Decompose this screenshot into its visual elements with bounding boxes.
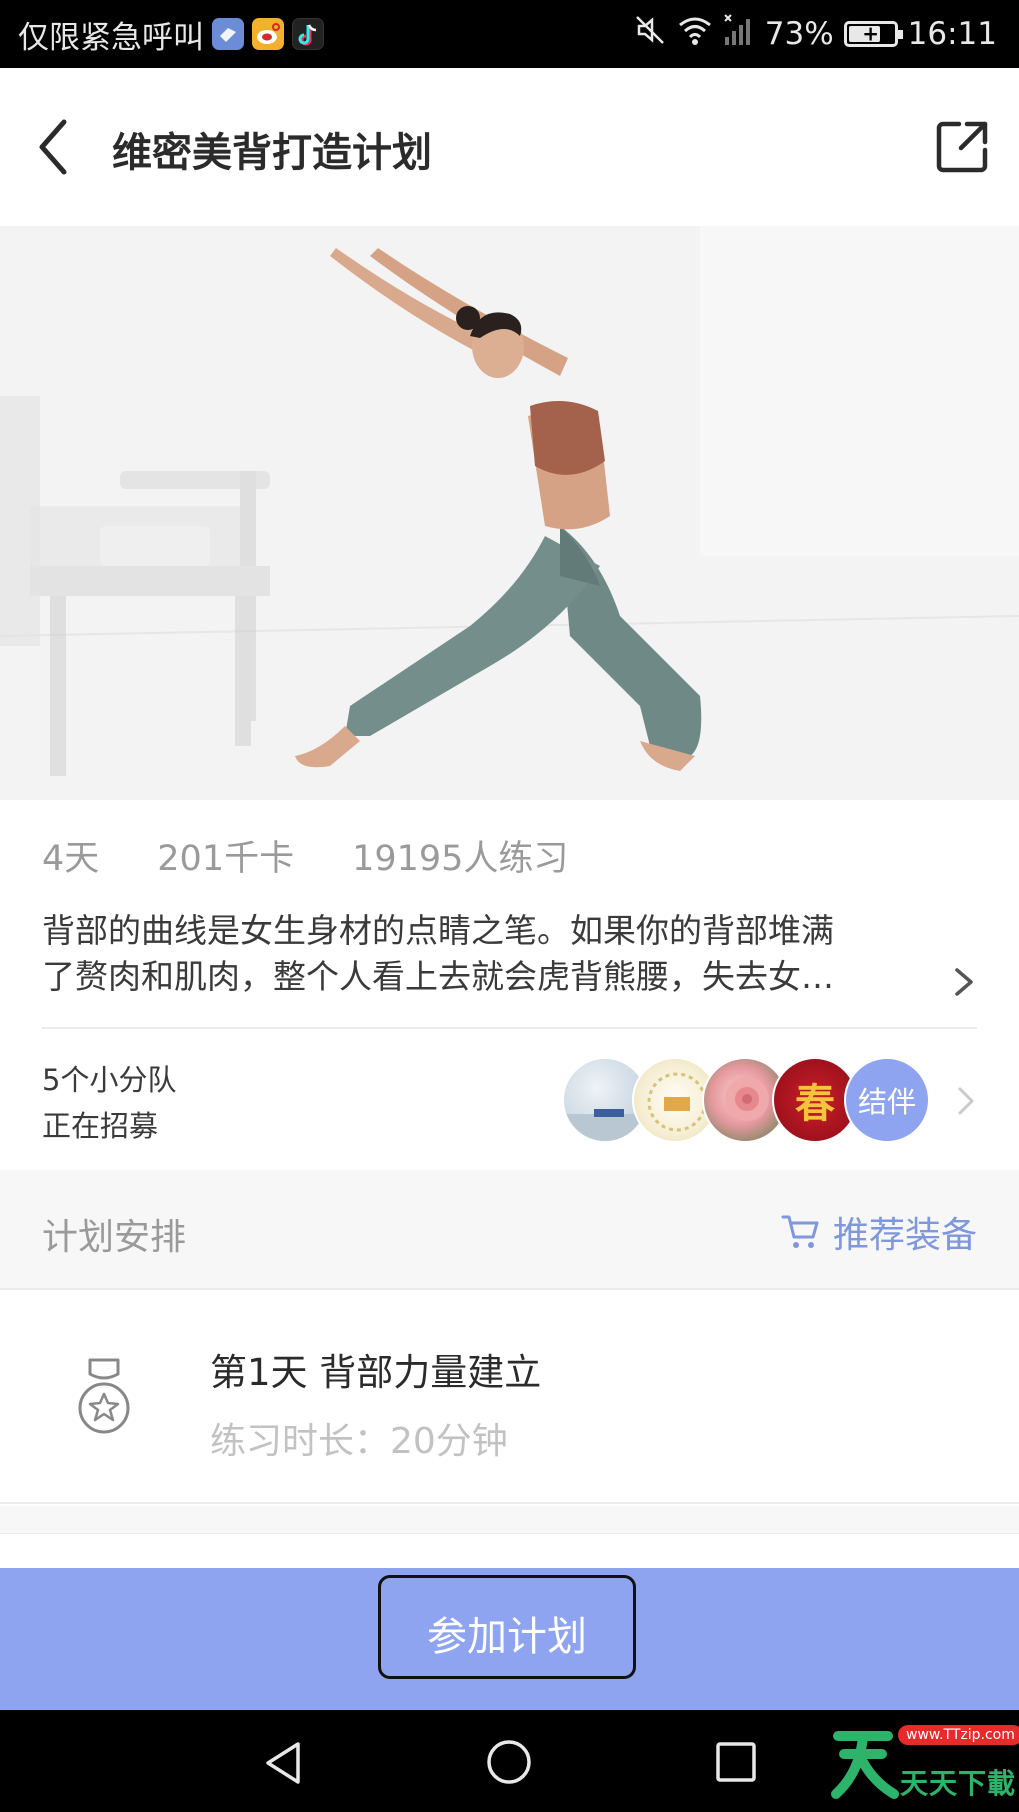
chevron-right-icon [955, 968, 973, 996]
status-bar: 仅限紧急呼叫 73% + 16:11 [0, 0, 1019, 68]
share-button[interactable] [933, 118, 991, 176]
circle-home-icon [487, 1740, 531, 1784]
join-plan-button[interactable]: 参加计划 [378, 1575, 636, 1679]
plan-schedule-title: 计划安排 [42, 1217, 187, 1258]
watermark-text: 天天下載 [900, 1767, 1017, 1800]
watermark: www.TTzip.com 天天下載 [830, 1722, 1019, 1802]
plan-stats: 4天 201千卡 19195人练习 [42, 830, 568, 881]
charging-plus-icon: + [862, 21, 880, 46]
list-gap [0, 1506, 1019, 1534]
recommended-equipment-label: 推荐装备 [832, 1215, 977, 1256]
weibo-icon [252, 18, 284, 50]
description-expand-button[interactable] [949, 962, 979, 1002]
share-icon [936, 121, 988, 173]
clock: 16:11 [907, 16, 997, 52]
recommended-equipment-button[interactable]: 推荐装备 [781, 1206, 977, 1258]
squad-count: 5个小分队 [42, 1063, 177, 1097]
plan-day-item[interactable]: 第1天 背部力量建立 练习时长：20分钟 [0, 1292, 1019, 1504]
nav-recent-button[interactable] [714, 1740, 758, 1784]
join-partner-button[interactable]: 结伴 [844, 1057, 930, 1143]
hero-image [0, 226, 1019, 800]
medal-icon [74, 1356, 134, 1446]
squad-avatars[interactable]: 春 结伴 [562, 1057, 942, 1143]
avatar-text: 春 [795, 1081, 835, 1127]
back-button[interactable] [30, 114, 90, 180]
day-title: 第1天 背部力量建立 [210, 1351, 542, 1394]
description-line-2: 了赘肉和肌肉，整个人看上去就会虎背熊腰，失去女… [42, 957, 834, 996]
stat-days: 4天 [42, 839, 100, 879]
page-title: 维密美背打造计划 [112, 130, 432, 176]
stat-calories: 201千卡 [157, 839, 295, 879]
carrier-text: 仅限紧急呼叫 [18, 19, 204, 56]
title-bar: 维密美背打造计划 [0, 68, 1019, 226]
nav-home-button[interactable] [485, 1738, 533, 1786]
status-right: 73% + 16:11 [633, 12, 997, 56]
chevron-left-icon [39, 119, 67, 175]
tiktok-icon [292, 18, 324, 50]
status-left: 仅限紧急呼叫 [18, 12, 324, 56]
chevron-right-icon [958, 1087, 974, 1115]
yoga-illustration [0, 226, 1019, 800]
squad-recruiting: 正在招募 [42, 1109, 159, 1143]
cart-icon [781, 1215, 819, 1248]
signal-icon [723, 13, 755, 55]
squads-row[interactable]: 5个小分队 正在招募 春 结伴 [0, 1029, 1019, 1170]
join-partner-label: 结伴 [857, 1085, 916, 1119]
watermark-url: www.TTzip.com [898, 1725, 1019, 1745]
blue-app-icon [212, 18, 244, 50]
squad-info: 5个小分队 正在招募 [42, 1057, 176, 1149]
system-nav-bar: www.TTzip.com 天天下載 [0, 1710, 1019, 1812]
battery-icon: + [843, 21, 903, 47]
battery-percent: 73% [764, 16, 834, 52]
wifi-icon [677, 13, 713, 55]
plan-schedule-header: 计划安排 推荐装备 [0, 1170, 1019, 1290]
description-line-1: 背部的曲线是女生身材的点睛之笔。如果你的背部堆满 [42, 911, 834, 950]
mute-icon [633, 13, 667, 55]
nav-back-button[interactable] [260, 1740, 306, 1786]
day-duration: 练习时长：20分钟 [210, 1421, 508, 1462]
square-recent-icon [716, 1742, 756, 1782]
squads-chevron[interactable] [953, 1081, 979, 1121]
join-bar: 参加计划 [0, 1568, 1019, 1710]
triangle-back-icon [266, 1742, 300, 1784]
watermark-logo [831, 1731, 899, 1799]
stat-participants: 19195人练习 [352, 839, 569, 879]
plan-description[interactable]: 背部的曲线是女生身材的点睛之笔。如果你的背部堆满 了赘肉和肌肉，整个人看上去就会… [42, 908, 942, 1000]
